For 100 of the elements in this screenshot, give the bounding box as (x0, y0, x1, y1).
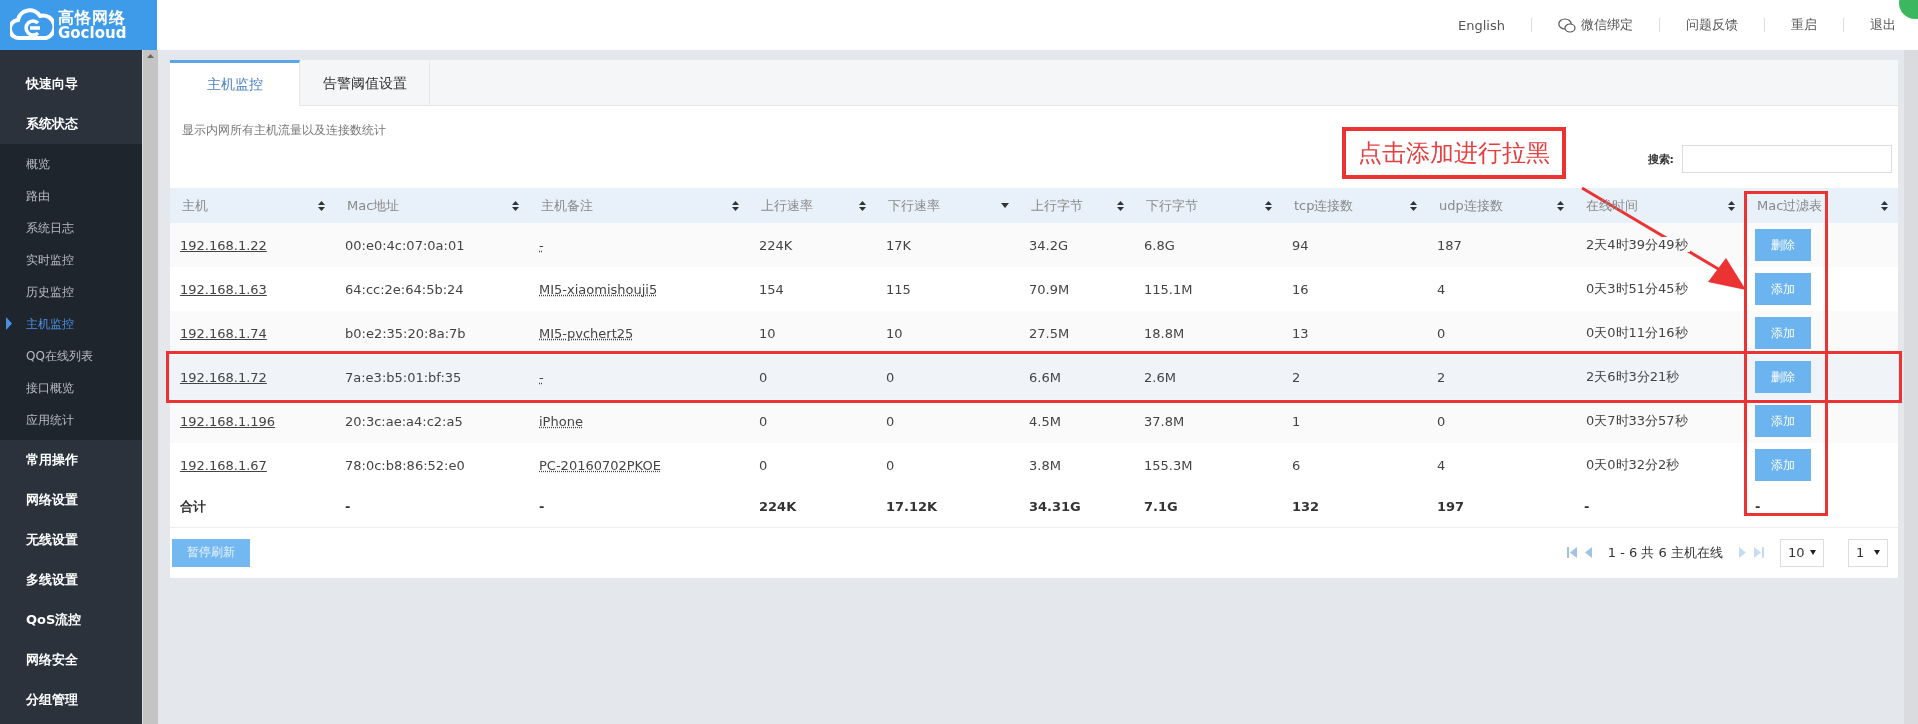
host-note-link[interactable]: iPhone (539, 413, 583, 429)
table-cell: 13 (1292, 325, 1309, 341)
sort-descending-icon[interactable] (1001, 203, 1009, 208)
sidebar-subitem[interactable]: 接口概览 (0, 372, 142, 404)
page-size-select[interactable]: 10 (1780, 538, 1824, 567)
sidebar-subitem[interactable]: 系统日志 (0, 212, 142, 244)
host-note-link[interactable]: - (539, 237, 544, 253)
sort-icon[interactable] (1557, 200, 1564, 211)
chat-bubbles-icon (1558, 17, 1576, 33)
pointer-icon (6, 317, 12, 330)
top-link[interactable]: 重启 (1791, 16, 1817, 34)
description-text: 显示内网所有主机流量以及连接数统计 (181, 122, 387, 139)
sort-icon[interactable] (859, 200, 866, 211)
table-cell: 0天0时11分16秒 (1584, 325, 1690, 340)
table-cell: 0 (886, 457, 895, 473)
search-label: 搜索: (1647, 151, 1674, 167)
sidebar-item[interactable]: 网络设置 (0, 480, 142, 520)
sidebar-subitem[interactable]: 历史监控 (0, 276, 142, 308)
table-cell: 20:3c:ae:a4:c2:a5 (345, 413, 463, 429)
host-link[interactable]: 192.168.1.63 (180, 281, 267, 297)
host-link[interactable]: 192.168.1.72 (180, 369, 267, 385)
table-cell: 0天0时32分2秒 (1584, 457, 1682, 472)
total-cell: 197 (1437, 499, 1465, 515)
sidebar-subitem[interactable]: QQ在线列表 (0, 340, 142, 372)
table-cell: 37.8M (1144, 413, 1185, 429)
top-link[interactable]: 退出 (1870, 16, 1896, 34)
brand-name: 高恪网络 (58, 9, 127, 26)
sort-icon[interactable] (1265, 200, 1272, 211)
scroll-up-icon[interactable] (147, 54, 154, 58)
total-cell: - (539, 499, 545, 515)
total-cell: 17.12K (886, 499, 938, 515)
table-cell: 94 (1292, 237, 1309, 253)
table-cell: 2.6M (1144, 369, 1176, 385)
sidebar-subitem[interactable]: 路由 (0, 180, 142, 212)
table-cell: 0 (759, 369, 768, 385)
table-cell: 1 (1292, 413, 1301, 429)
total-cell: 合计 (180, 498, 206, 514)
table-cell: 0 (1437, 325, 1446, 341)
sidebar-item[interactable]: 无线设置 (0, 520, 142, 560)
brand-subtitle: Gocloud (58, 25, 127, 41)
sort-icon[interactable] (318, 200, 325, 211)
table-cell: 2 (1437, 369, 1446, 385)
table-cell: 0天3时51分45秒 (1584, 281, 1690, 296)
sort-icon[interactable] (1410, 200, 1417, 211)
table-cell: 0 (759, 457, 768, 473)
sort-icon[interactable] (732, 200, 739, 211)
tab[interactable]: 告警阈值设置 (300, 60, 430, 105)
table-cell: 2天6时3分21秒 (1584, 369, 1682, 384)
sidebar-subitem[interactable]: 主机监控 (0, 308, 142, 340)
sidebar-item[interactable]: 常用操作 (0, 440, 142, 480)
top-link[interactable]: 微信绑定 (1558, 16, 1633, 34)
top-link[interactable]: 问题反馈 (1686, 16, 1738, 34)
table-cell: 0 (759, 413, 768, 429)
sidebar-subitem[interactable]: 应用统计 (0, 404, 142, 436)
scrollbar[interactable] (1904, 50, 1918, 724)
page-select[interactable]: 1 (1848, 538, 1888, 567)
total-cell: - (345, 499, 351, 515)
table-cell: 0 (886, 413, 895, 429)
sidebar-subitem[interactable]: 实时监控 (0, 244, 142, 276)
table-cell: 115.1M (1144, 281, 1193, 297)
host-link[interactable]: 192.168.1.74 (180, 325, 267, 341)
sort-icon[interactable] (1728, 200, 1735, 211)
table-cell: 6.6M (1029, 369, 1061, 385)
sidebar-item[interactable]: 系统状态 (0, 104, 142, 144)
table-cell: 0 (886, 369, 895, 385)
sidebar-item[interactable]: 多线设置 (0, 560, 142, 600)
table-cell: 6 (1292, 457, 1301, 473)
host-link[interactable]: 192.168.1.67 (180, 457, 267, 473)
cloud-logo-icon (10, 8, 54, 42)
table-cell: 16 (1292, 281, 1309, 297)
sidebar-item[interactable]: QoS流控 (0, 600, 142, 640)
sort-icon[interactable] (1117, 200, 1124, 211)
table-cell: 155.3M (1144, 457, 1193, 473)
host-note-link[interactable]: MI5-pvchert25 (539, 325, 634, 341)
total-cell: 224K (759, 499, 797, 515)
scrollbar[interactable] (142, 50, 158, 724)
search-field[interactable] (1682, 145, 1892, 173)
top-link[interactable]: English (1458, 17, 1505, 33)
table-cell: 17K (886, 237, 912, 253)
table-cell: 6.8G (1144, 237, 1175, 253)
table-cell: b0:e2:35:20:8a:7b (345, 325, 466, 341)
sort-icon[interactable] (1881, 200, 1888, 211)
host-note-link[interactable]: - (539, 369, 544, 385)
table-cell: 4.5M (1029, 413, 1061, 429)
sidebar-subitem[interactable]: 概览 (0, 148, 142, 180)
sidebar-item[interactable]: 网络安全 (0, 640, 142, 680)
total-cell: 7.1G (1144, 499, 1178, 515)
table-cell: 115 (886, 281, 911, 297)
host-note-link[interactable]: MI5-xiaomishouji5 (539, 281, 658, 297)
total-cell: - (1755, 499, 1761, 515)
host-link[interactable]: 192.168.1.22 (180, 237, 267, 253)
total-cell: 34.31G (1029, 499, 1081, 515)
table-cell: 64:cc:2e:64:5b:24 (345, 281, 464, 297)
sidebar-item[interactable]: 分组管理 (0, 680, 142, 720)
host-note-link[interactable]: PC-20160702PKOE (539, 457, 661, 473)
sort-icon[interactable] (512, 200, 519, 211)
sidebar-item[interactable]: 快速向导 (0, 64, 142, 104)
table-cell: 10 (759, 325, 776, 341)
table-cell: 154 (759, 281, 784, 297)
tab[interactable]: 主机监控 (170, 60, 300, 106)
